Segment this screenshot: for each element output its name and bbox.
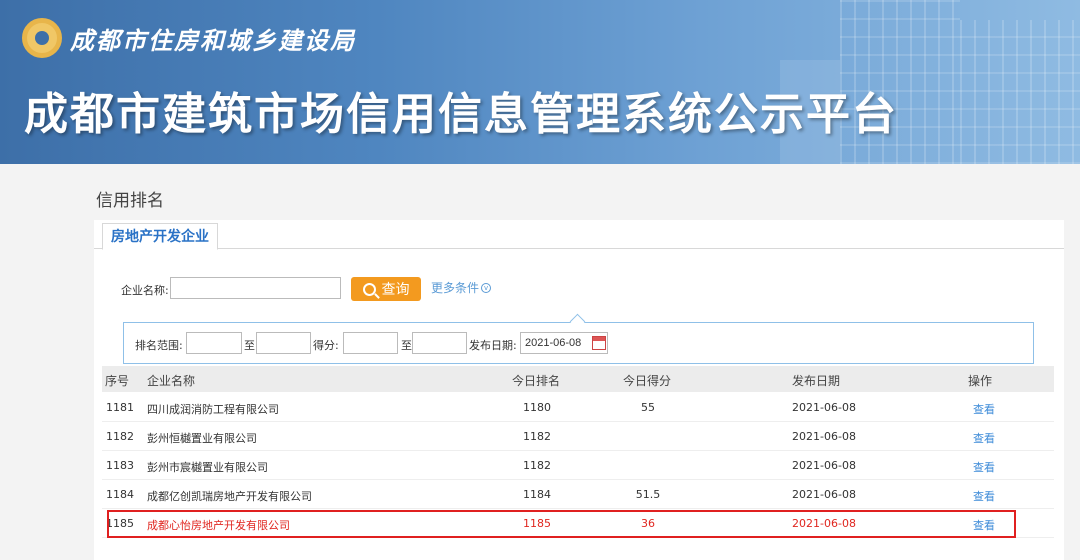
row-date: 2021-06-08: [792, 430, 856, 443]
row-date: 2021-06-08: [792, 459, 856, 472]
row-company: 成都亿创凯瑞房地产开发有限公司: [147, 490, 312, 503]
row-company: 彭州市宸樾置业有限公司: [147, 461, 268, 474]
row-company: 四川成润消防工程有限公司: [147, 403, 279, 416]
ranking-panel: 房地产开发企业 企业名称: 查询 更多条件 v 排名范围: 至 得分: 至 发布…: [94, 220, 1064, 560]
building-graphic: [960, 20, 1080, 164]
row-rank: 1182: [523, 459, 551, 472]
row-no: 1183: [106, 459, 134, 472]
chevron-down-icon: v: [481, 282, 492, 293]
table-row: 1183 彭州市宸樾置业有限公司 1182 2021-06-08 查看: [102, 451, 1054, 480]
row-score: 51.5: [635, 488, 661, 501]
page-title: 信用排名: [96, 191, 164, 211]
rank-to-label: 至: [244, 339, 255, 352]
row-rank: 1184: [523, 488, 551, 501]
score-label: 得分:: [313, 339, 339, 352]
table-header: 序号 企业名称 今日排名 今日得分 发布日期 操作: [102, 366, 1054, 392]
rank-range-label: 排名范围:: [135, 339, 183, 352]
view-link[interactable]: 查看: [973, 488, 995, 504]
row-rank: 1182: [523, 430, 551, 443]
row-no: 1182: [106, 430, 134, 443]
score-min-input[interactable]: [343, 332, 398, 354]
row-date: 2021-06-08: [792, 401, 856, 414]
view-link[interactable]: 查看: [973, 430, 995, 446]
table-row: 1182 彭州恒樾置业有限公司 1182 2021-06-08 查看: [102, 422, 1054, 451]
company-name-label: 企业名称:: [121, 284, 169, 297]
advanced-filter-box: 排名范围: 至 得分: 至 发布日期:: [123, 322, 1034, 364]
row-score: 55: [641, 401, 655, 414]
emblem-icon: [22, 18, 62, 58]
query-button[interactable]: 查询: [351, 277, 421, 301]
more-conditions-link[interactable]: 更多条件 v: [431, 279, 492, 296]
view-link[interactable]: 查看: [973, 401, 995, 417]
col-header-no: 序号: [105, 374, 130, 388]
query-button-label: 查询: [381, 282, 410, 298]
col-header-action: 操作: [968, 374, 993, 388]
row-rank: 1180: [523, 401, 551, 414]
score-max-input[interactable]: [412, 332, 467, 354]
row-date: 2021-06-08: [792, 488, 856, 501]
platform-title: 成都市建筑市场信用信息管理系统公示平台: [24, 89, 898, 140]
col-header-score: 今日得分: [623, 374, 672, 388]
table-row: 1181 四川成润消防工程有限公司 1180 55 2021-06-08 查看: [102, 393, 1054, 422]
tab-bar: 房地产开发企业: [94, 220, 1064, 250]
org-name: 成都市住房和城乡建设局: [70, 25, 356, 55]
row-company: 彭州恒樾置业有限公司: [147, 432, 257, 445]
col-header-company: 企业名称: [147, 374, 196, 388]
table-row: 1184 成都亿创凯瑞房地产开发有限公司 1184 51.5 2021-06-0…: [102, 480, 1054, 509]
org-logo[interactable]: 成都市住房和城乡建设局: [22, 18, 356, 58]
publish-date-label: 发布日期:: [469, 339, 517, 352]
rank-min-input[interactable]: [186, 332, 242, 354]
score-to-label: 至: [401, 339, 412, 352]
search-icon: [362, 282, 376, 296]
row-no: 1181: [106, 401, 134, 414]
rank-max-input[interactable]: [256, 332, 311, 354]
more-conditions-label: 更多条件: [431, 281, 480, 295]
col-header-rank: 今日排名: [512, 374, 561, 388]
header-banner: 成都市住房和城乡建设局 成都市建筑市场信用信息管理系统公示平台: [0, 0, 1080, 164]
col-header-date: 发布日期: [792, 374, 841, 388]
calendar-icon[interactable]: [592, 336, 606, 350]
highlight-box: [107, 510, 1016, 538]
company-name-input[interactable]: [170, 277, 341, 299]
view-link[interactable]: 查看: [973, 459, 995, 475]
tab-real-estate-developers[interactable]: 房地产开发企业: [102, 223, 218, 250]
row-no: 1184: [106, 488, 134, 501]
